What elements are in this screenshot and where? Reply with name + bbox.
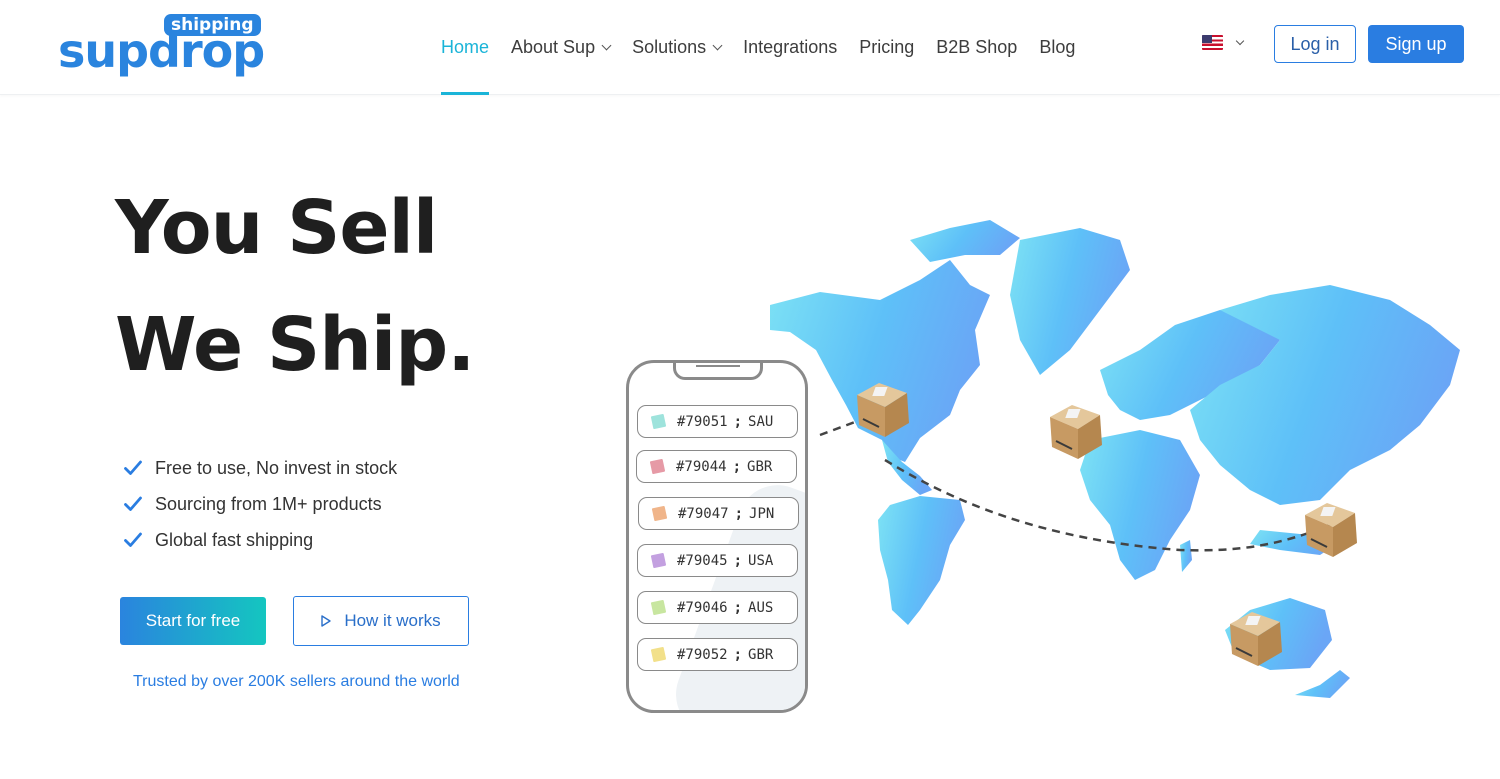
feature-item: Global fast shipping bbox=[124, 522, 397, 558]
order-id: #79045 bbox=[677, 552, 728, 569]
order-card: #79046; AUS bbox=[637, 591, 798, 624]
order-card: #79044; GBR bbox=[636, 450, 797, 483]
nav-blog-label: Blog bbox=[1039, 37, 1076, 57]
login-button[interactable]: Log in bbox=[1274, 25, 1356, 63]
order-separator: ; bbox=[733, 552, 743, 569]
feature-text: Free to use, No invest in stock bbox=[155, 457, 398, 478]
language-selector[interactable] bbox=[1202, 35, 1245, 50]
chevron-down-icon bbox=[1235, 36, 1245, 45]
nav-about-sup[interactable]: About Sup bbox=[500, 0, 621, 95]
main-nav: Home About Sup Solutions Integrations Pr… bbox=[430, 0, 1086, 95]
site-header: supdrop shipping Home About Sup Solution… bbox=[0, 0, 1500, 95]
order-color-swatch bbox=[650, 599, 667, 616]
feature-text: Sourcing from 1M+ products bbox=[155, 493, 382, 514]
trusted-text: Trusted by over 200K sellers around the … bbox=[133, 673, 460, 690]
nav-home[interactable]: Home bbox=[430, 0, 500, 95]
order-country: USA bbox=[748, 552, 774, 569]
nav-integrations-label: Integrations bbox=[743, 37, 838, 57]
nav-solutions-label: Solutions bbox=[632, 37, 707, 57]
order-color-swatch bbox=[650, 646, 667, 663]
headline-line-1: You Sell bbox=[115, 185, 438, 271]
feature-text: Global fast shipping bbox=[155, 529, 314, 550]
nav-solutions[interactable]: Solutions bbox=[621, 0, 732, 95]
order-color-swatch bbox=[649, 458, 666, 475]
order-country: GBR bbox=[748, 646, 774, 663]
feature-item: Free to use, No invest in stock bbox=[124, 450, 397, 486]
order-country: AUS bbox=[748, 599, 774, 616]
feature-item: Sourcing from 1M+ products bbox=[124, 486, 397, 522]
chevron-down-icon bbox=[601, 40, 612, 51]
order-card: #79051; SAU bbox=[637, 405, 798, 438]
check-icon bbox=[124, 496, 142, 511]
order-country: JPN bbox=[749, 505, 775, 522]
nav-b2b-shop[interactable]: B2B Shop bbox=[925, 0, 1028, 95]
chevron-down-icon bbox=[712, 40, 723, 51]
order-id: #79052 bbox=[677, 646, 728, 663]
how-it-works-label: How it works bbox=[344, 611, 441, 630]
us-flag-icon bbox=[1202, 35, 1223, 50]
nav-pricing[interactable]: Pricing bbox=[848, 0, 925, 95]
phone-notch bbox=[673, 363, 763, 380]
check-icon bbox=[124, 460, 142, 475]
order-card: #79045; USA bbox=[637, 544, 798, 577]
order-separator: ; bbox=[733, 646, 743, 663]
headline-line-2: We Ship. bbox=[115, 302, 475, 388]
nav-blog[interactable]: Blog bbox=[1028, 0, 1086, 95]
play-icon bbox=[321, 615, 332, 627]
order-color-swatch bbox=[650, 552, 667, 569]
order-id: #79051 bbox=[677, 413, 728, 430]
signup-button[interactable]: Sign up bbox=[1368, 25, 1464, 63]
order-separator: ; bbox=[733, 599, 743, 616]
order-card: #79052; GBR bbox=[637, 638, 798, 671]
supdrop-logo[interactable]: supdrop shipping bbox=[58, 12, 265, 76]
order-separator: ; bbox=[733, 413, 743, 430]
nav-about-sup-label: About Sup bbox=[511, 37, 596, 57]
nav-b2b-shop-label: B2B Shop bbox=[936, 37, 1018, 57]
nav-integrations[interactable]: Integrations bbox=[732, 0, 848, 95]
order-color-swatch bbox=[650, 413, 667, 430]
nav-pricing-label: Pricing bbox=[859, 37, 915, 57]
feature-list: Free to use, No invest in stock Sourcing… bbox=[124, 450, 397, 558]
order-id: #79047 bbox=[678, 505, 729, 522]
order-color-swatch bbox=[651, 505, 668, 522]
order-separator: ; bbox=[732, 458, 742, 475]
order-card: #79047; JPN bbox=[638, 497, 799, 530]
order-id: #79046 bbox=[677, 599, 728, 616]
start-for-free-button[interactable]: Start for free bbox=[120, 597, 266, 645]
nav-home-label: Home bbox=[441, 37, 490, 57]
how-it-works-button[interactable]: How it works bbox=[293, 596, 469, 646]
order-country: GBR bbox=[747, 458, 773, 475]
order-country: SAU bbox=[748, 413, 774, 430]
order-separator: ; bbox=[734, 505, 744, 522]
order-id: #79044 bbox=[676, 458, 727, 475]
check-icon bbox=[124, 532, 142, 547]
continents bbox=[770, 220, 1460, 698]
logo-shipping-tag: shipping bbox=[164, 14, 261, 36]
